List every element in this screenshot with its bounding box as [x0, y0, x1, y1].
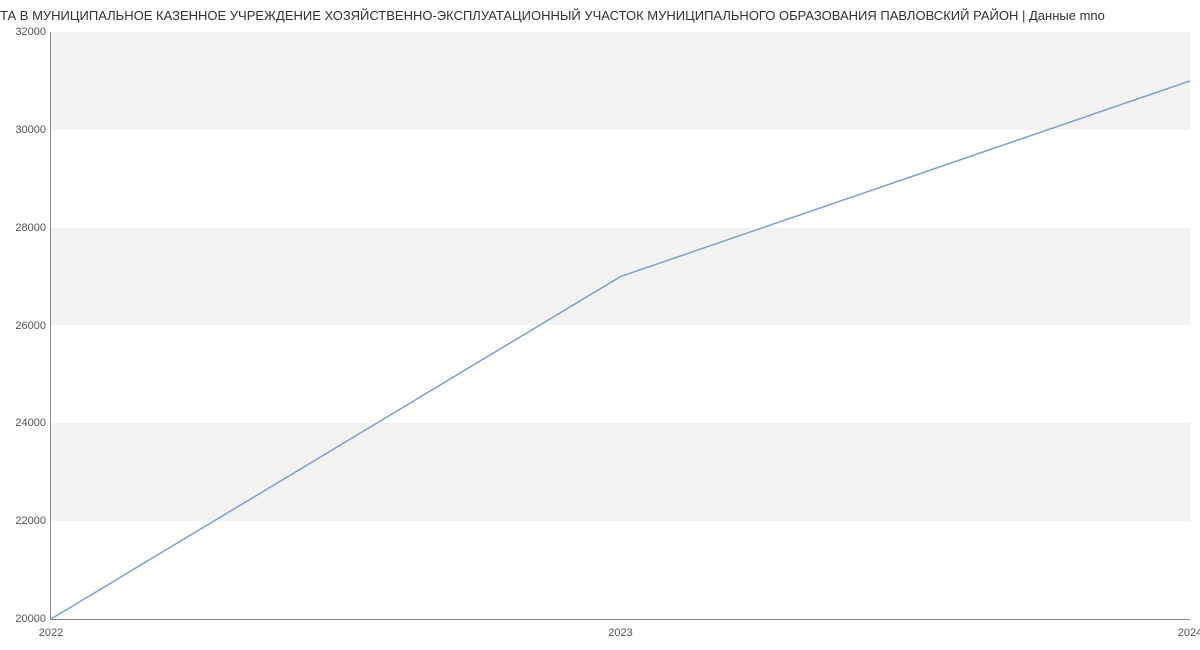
chart-line-svg	[51, 32, 1190, 619]
y-axis-tick: 24000	[6, 417, 46, 429]
y-axis-tick: 22000	[6, 515, 46, 527]
y-axis-tick: 26000	[6, 320, 46, 332]
chart-container: ТА В МУНИЦИПАЛЬНОЕ КАЗЕННОЕ УЧРЕЖДЕНИЕ Х…	[0, 0, 1200, 650]
y-axis-tick: 20000	[6, 613, 46, 625]
y-axis-tick: 30000	[6, 124, 46, 136]
plot-area: 20000220002400026000280003000032000 2022…	[50, 32, 1190, 620]
data-series-line	[51, 81, 1190, 619]
y-axis-tick: 32000	[6, 26, 46, 38]
x-axis-tick: 2022	[39, 627, 63, 639]
x-axis-tick: 2023	[608, 627, 632, 639]
chart-title: ТА В МУНИЦИПАЛЬНОЕ КАЗЕННОЕ УЧРЕЖДЕНИЕ Х…	[0, 0, 1200, 23]
y-axis-tick: 28000	[6, 222, 46, 234]
x-axis-tick: 2024	[1178, 627, 1200, 639]
